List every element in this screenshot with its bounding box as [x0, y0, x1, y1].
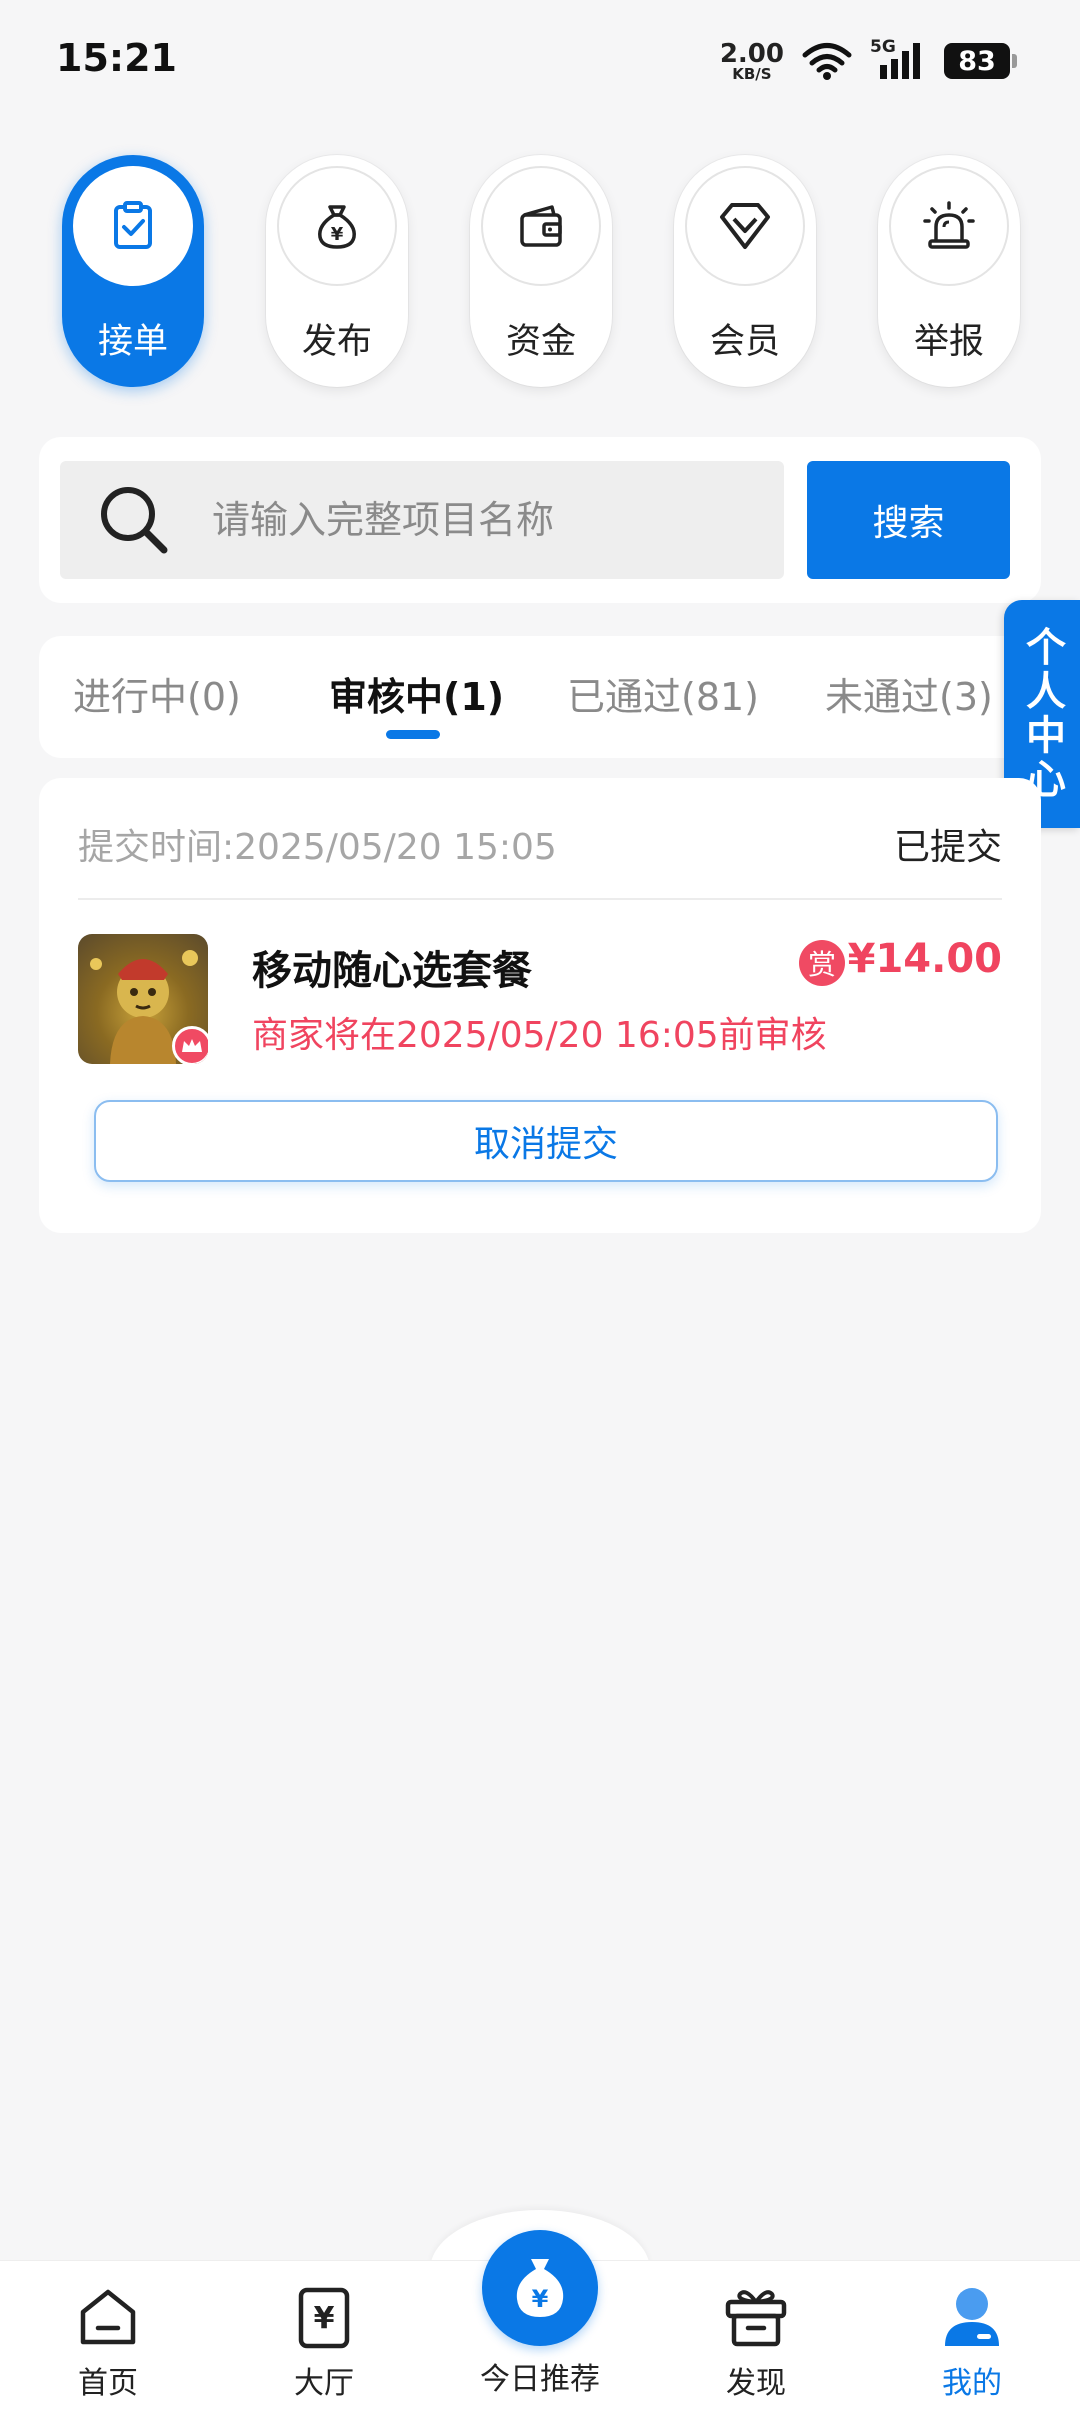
nav-icon-circle: ¥	[277, 166, 397, 286]
crown-badge-icon	[172, 1026, 208, 1064]
divider	[78, 898, 1002, 900]
bottom-nav-label[interactable]: 今日推荐	[440, 2354, 640, 2398]
signal-icon	[880, 43, 920, 79]
status-time: 15:21	[56, 36, 177, 80]
bottom-nav-label: 首页	[78, 2366, 138, 2401]
nav-icon-circle	[685, 166, 805, 286]
tab-rejected[interactable]: 未通过(3)	[825, 666, 993, 721]
money-bag-icon: ¥	[318, 205, 356, 249]
diamond-icon	[720, 203, 770, 249]
nav-accept-orders[interactable]: 接单	[62, 155, 204, 387]
money-bag-icon: ¥	[516, 2259, 564, 2317]
bottom-nav-home[interactable]: 首页	[28, 2282, 188, 2402]
nav-label: 会员	[709, 322, 780, 362]
bottom-nav-hall[interactable]: ¥ 大厅	[244, 2282, 404, 2402]
review-deadline: 商家将在2025/05/20 16:05前审核	[252, 1015, 827, 1056]
yen-receipt-icon: ¥	[298, 2287, 350, 2349]
status-bar: 15:21 2.00 KB/S 5G 83	[0, 0, 1080, 120]
bottom-nav-icon	[75, 2282, 141, 2352]
bottom-nav-label: 大厅	[294, 2366, 354, 2401]
battery-indicator: 83	[944, 43, 1017, 79]
cancel-submission-button[interactable]: 取消提交	[94, 1100, 998, 1182]
network-speed-unit: KB/S	[732, 64, 772, 83]
nav-label: 资金	[505, 322, 576, 362]
tab-in-progress[interactable]: 进行中(0)	[73, 666, 241, 721]
bottom-nav-recommend[interactable]: ¥	[482, 2230, 598, 2346]
task-thumbnail[interactable]	[78, 934, 208, 1064]
reward-icon: 赏	[799, 940, 845, 986]
signal-indicator: 5G	[870, 37, 926, 81]
task-title: 移动随心选套餐	[252, 948, 532, 994]
bottom-nav-icon	[722, 2282, 790, 2352]
home-icon	[80, 2289, 136, 2345]
nav-report[interactable]: 举报	[878, 155, 1020, 387]
active-tab-indicator	[386, 730, 440, 739]
wallet-icon	[520, 205, 562, 247]
status-tabs: 进行中(0) 审核中(1) 已通过(81) 未通过(3)	[39, 636, 1041, 758]
submit-status: 已提交	[893, 827, 1002, 868]
bottom-nav-label: 我的	[942, 2366, 1002, 2401]
tab-approved[interactable]: 已通过(81)	[567, 666, 759, 721]
nav-label: 举报	[913, 322, 984, 362]
search-button[interactable]: 搜索	[807, 461, 1010, 579]
bottom-nav-discover[interactable]: 发现	[676, 2282, 836, 2402]
bottom-nav-icon: ¥	[291, 2282, 357, 2352]
user-icon	[945, 2288, 999, 2346]
wifi-icon	[802, 43, 852, 80]
nav-icon-circle	[889, 166, 1009, 286]
nav-label: 发布	[301, 322, 372, 362]
nav-label: 接单	[97, 322, 168, 362]
bottom-nav-label: 发现	[726, 2366, 786, 2401]
alarm-icon	[923, 201, 975, 249]
search-box[interactable]	[60, 461, 784, 579]
network-speed: 2.00 KB/S	[720, 41, 784, 82]
gift-box-icon	[725, 2290, 787, 2347]
svg-text:¥: ¥	[532, 2285, 549, 2313]
personal-center-label: 个人中心	[1019, 626, 1065, 802]
status-icons: 2.00 KB/S 5G 83	[720, 36, 1017, 86]
search-card: 搜索	[39, 437, 1041, 603]
reward-amount: ¥14.00	[847, 936, 1002, 982]
top-nav: 接单 ¥ 发布 资金 会员 举报	[62, 155, 1022, 387]
clipboard-check-icon	[114, 201, 152, 249]
battery-level: 83	[958, 45, 996, 77]
nav-icon-circle	[481, 166, 601, 286]
task-card: 提交时间:2025/05/20 15:05 已提交 移动随心选套餐 赏 ¥14.…	[39, 778, 1041, 1233]
search-input[interactable]	[212, 461, 772, 579]
nav-membership[interactable]: 会员	[674, 155, 816, 387]
submit-time: 提交时间:2025/05/20 15:05	[78, 827, 557, 868]
bottom-nav-mine[interactable]: 我的	[892, 2282, 1052, 2402]
search-icon	[101, 487, 168, 554]
nav-publish[interactable]: ¥ 发布	[266, 155, 408, 387]
nav-icon-circle	[73, 166, 193, 286]
nav-funds[interactable]: 资金	[470, 155, 612, 387]
network-speed-value: 2.00	[719, 38, 784, 69]
svg-text:¥: ¥	[314, 2301, 335, 2336]
tab-under-review[interactable]: 审核中(1)	[329, 666, 504, 721]
bottom-nav-icon	[939, 2282, 1005, 2352]
svg-text:¥: ¥	[331, 224, 344, 245]
